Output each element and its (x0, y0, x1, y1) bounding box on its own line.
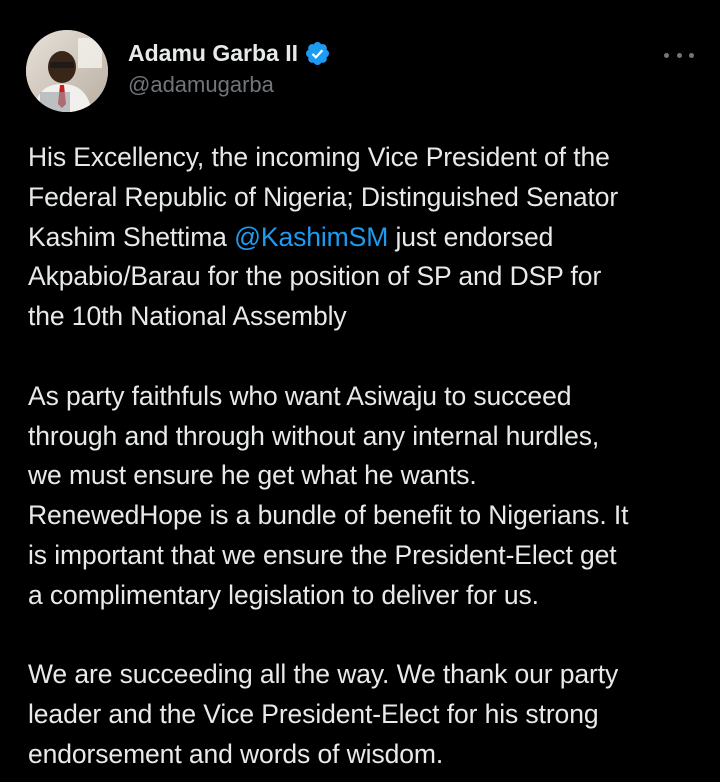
author-name[interactable]: Adamu Garba II (128, 40, 298, 67)
more-options-icon[interactable] (664, 48, 694, 62)
tweet-text-segment: through and through without any internal… (28, 420, 600, 451)
tweet-text-segment: the 10th National Assembly (28, 301, 347, 332)
tweet-text-segment: Kashim Shettima (28, 221, 235, 252)
tweet-text-line: is important that we ensure the Presiden… (28, 536, 708, 576)
author-handle[interactable]: @adamugarba (128, 72, 274, 98)
profile-photo-icon (26, 30, 108, 112)
tweet-text-line: Kashim Shettima @KashimSM just endorsed (28, 218, 708, 258)
tweet-text-line: His Excellency, the incoming Vice Presid… (28, 138, 708, 178)
tweet-text-line: through and through without any internal… (28, 417, 708, 457)
tweet-text-segment: RenewedHope is a bundle of benefit to Ni… (28, 500, 629, 531)
tweet-text-segment: We are succeeding all the way. We thank … (28, 659, 619, 690)
tweet: Adamu Garba II @adamugarba His Excellenc… (0, 0, 720, 782)
tweet-text-line: the 10th National Assembly (28, 297, 708, 337)
tweet-text-line: a complimentary legislation to deliver f… (28, 576, 708, 616)
tweet-text-line: As party faithfuls who want Asiwaju to s… (28, 377, 708, 417)
tweet-text-line: we must ensure he get what he wants. (28, 456, 708, 496)
avatar[interactable] (26, 30, 108, 112)
tweet-text-line: RenewedHope is a bundle of benefit to Ni… (28, 496, 708, 536)
tweet-text-segment: just endorsed (388, 221, 554, 252)
tweet-text-segment: a complimentary legislation to deliver f… (28, 579, 539, 610)
tweet-text-segment: Federal Republic of Nigeria; Distinguish… (28, 181, 619, 212)
tweet-text-line: endorsement and words of wisdom. (28, 735, 708, 775)
verified-badge-icon (305, 41, 330, 65)
author-name-row: Adamu Garba II (128, 38, 331, 68)
tweet-text: His Excellency, the incoming Vice Presid… (28, 138, 708, 775)
mention-link[interactable]: @KashimSM (234, 222, 388, 252)
tweet-text-line: We are succeeding all the way. We thank … (28, 655, 708, 695)
tweet-text-segment: Akpabio/Barau for the position of SP and… (28, 261, 602, 292)
tweet-text-segment: we must ensure he get what he wants. (28, 460, 477, 491)
tweet-text-segment: is important that we ensure the Presiden… (28, 539, 617, 570)
tweet-text-line: Akpabio/Barau for the position of SP and… (28, 257, 708, 297)
tweet-text-segment: As party faithfuls who want Asiwaju to s… (28, 380, 572, 411)
tweet-text-segment: endorsement and words of wisdom. (28, 738, 444, 769)
tweet-text-segment: His Excellency, the incoming Vice Presid… (28, 142, 610, 172)
tweet-text-line: leader and the Vice President-Elect for … (28, 695, 708, 735)
tweet-text-line: Federal Republic of Nigeria; Distinguish… (28, 178, 708, 218)
tweet-text-segment: leader and the Vice President-Elect for … (28, 699, 599, 730)
